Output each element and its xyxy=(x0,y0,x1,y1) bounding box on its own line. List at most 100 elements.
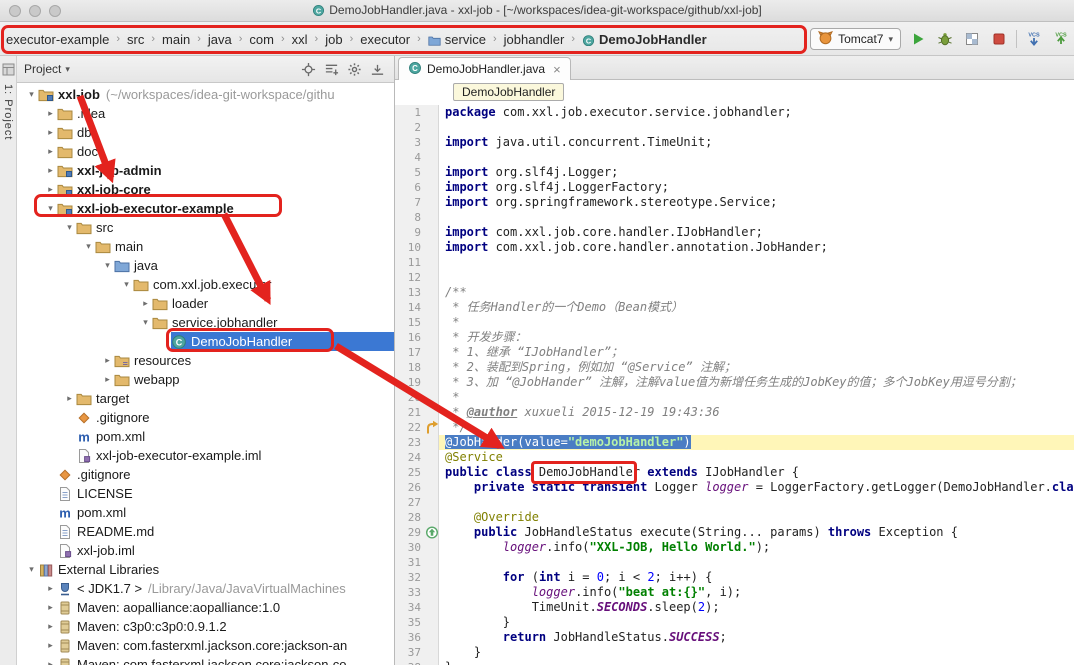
breadcrumb-item-src[interactable]: src xyxy=(123,30,148,49)
code-line-23[interactable]: 23@JobHander(value="demoJobHandler") xyxy=(395,435,1074,450)
tree-item-DemoJobHandler[interactable]: CDemoJobHandler xyxy=(17,332,394,351)
chevron-collapsed-icon[interactable]: ▸ xyxy=(44,165,57,176)
vcs-update-button[interactable]: VCS xyxy=(1024,29,1044,49)
code-line-6[interactable]: 6import org.slf4j.LoggerFactory; xyxy=(395,180,1074,195)
tree-item-service.jobhandler[interactable]: ▾service.jobhandler xyxy=(17,313,394,332)
tree-item-pom.xml[interactable]: mpom.xml xyxy=(17,503,394,522)
code-line-9[interactable]: 9import com.xxl.job.core.handler.IJobHan… xyxy=(395,225,1074,240)
code-line-31[interactable]: 31 xyxy=(395,555,1074,570)
editor-tab-demojobhandler[interactable]: C DemoJobHandler.java × xyxy=(398,57,571,80)
tree-item-doc[interactable]: ▸doc xyxy=(17,142,394,161)
stop-button[interactable] xyxy=(989,29,1009,49)
chevron-expanded-icon[interactable]: ▾ xyxy=(82,241,95,252)
tree-item-LICENSE[interactable]: LICENSE xyxy=(17,484,394,503)
code-line-11[interactable]: 11 xyxy=(395,255,1074,270)
breadcrumb-item-jobhandler[interactable]: jobhandler xyxy=(500,30,569,49)
chevron-collapsed-icon[interactable]: ▸ xyxy=(63,393,76,404)
breadcrumb-item-demojobhandler[interactable]: CDemoJobHandler xyxy=(578,30,711,49)
code-line-21[interactable]: 21 * @author xuxueli 2015-12-19 19:43:36 xyxy=(395,405,1074,420)
code-line-35[interactable]: 35 } xyxy=(395,615,1074,630)
code-line-4[interactable]: 4 xyxy=(395,150,1074,165)
tree-item-.gitignore[interactable]: .gitignore xyxy=(17,408,394,427)
code-line-18[interactable]: 18 * 2、装配到Spring，例如加 “@Service” 注解； xyxy=(395,360,1074,375)
tree-item-target[interactable]: ▸target xyxy=(17,389,394,408)
chevron-collapsed-icon[interactable]: ▸ xyxy=(101,374,114,385)
breadcrumb-item-executor[interactable]: executor xyxy=(356,30,414,49)
tool-window-tab-project[interactable]: 1: Project xyxy=(2,84,14,140)
run-button[interactable] xyxy=(908,29,928,49)
chevron-collapsed-icon[interactable]: ▸ xyxy=(44,659,57,665)
code-line-36[interactable]: 36 return JobHandleStatus.SUCCESS; xyxy=(395,630,1074,645)
close-tab-icon[interactable]: × xyxy=(553,62,561,77)
code-line-10[interactable]: 10import com.xxl.job.core.handler.annota… xyxy=(395,240,1074,255)
run-configuration-select[interactable]: Tomcat7 ▾ xyxy=(810,28,901,50)
code-line-16[interactable]: 16 * 开发步骤： xyxy=(395,330,1074,345)
chevron-collapsed-icon[interactable]: ▸ xyxy=(44,184,57,195)
chevron-expanded-icon[interactable]: ▾ xyxy=(101,260,114,271)
tree-item-src[interactable]: ▾src xyxy=(17,218,394,237)
chevron-expanded-icon[interactable]: ▾ xyxy=(120,279,133,290)
code-line-24[interactable]: 24@Service xyxy=(395,450,1074,465)
breadcrumb-item-com[interactable]: com xyxy=(245,30,278,49)
arrow-gutter-icon[interactable] xyxy=(425,420,439,435)
tree-item-README.md[interactable]: README.md xyxy=(17,522,394,541)
editor-breadcrumb-tag[interactable]: DemoJobHandler xyxy=(453,83,564,101)
chevron-expanded-icon[interactable]: ▾ xyxy=(44,203,57,214)
code-line-22[interactable]: 22 */ xyxy=(395,420,1074,435)
code-line-27[interactable]: 27 xyxy=(395,495,1074,510)
breadcrumb-item-main[interactable]: main xyxy=(158,30,194,49)
code-line-34[interactable]: 34 TimeUnit.SECONDS.sleep(2); xyxy=(395,600,1074,615)
code-line-19[interactable]: 19 * 3、加 “@JobHander” 注解，注解value值为新增任务生成… xyxy=(395,375,1074,390)
chevron-collapsed-icon[interactable]: ▸ xyxy=(44,602,57,613)
tree-item-xxl-job.iml[interactable]: xxl-job.iml xyxy=(17,541,394,560)
tree-item-java[interactable]: ▾java xyxy=(17,256,394,275)
chevron-expanded-icon[interactable]: ▾ xyxy=(139,317,152,328)
tree-item-pom.xml[interactable]: mpom.xml xyxy=(17,427,394,446)
code-line-8[interactable]: 8 xyxy=(395,210,1074,225)
project-view-select[interactable]: Project xyxy=(24,62,61,76)
chevron-collapsed-icon[interactable]: ▸ xyxy=(44,146,57,157)
debug-button[interactable] xyxy=(935,29,955,49)
tree-item-Maven-com.fasterxml.jackson.core-jackson-an[interactable]: ▸Maven: com.fasterxml.jackson.core:jacks… xyxy=(17,636,394,655)
code-line-32[interactable]: 32 for (int i = 0; i < 2; i++) { xyxy=(395,570,1074,585)
chevron-expanded-icon[interactable]: ▾ xyxy=(25,89,38,100)
collapse-all-icon[interactable] xyxy=(322,60,341,78)
code-line-14[interactable]: 14 * 任务Handler的一个Demo（Bean模式） xyxy=(395,300,1074,315)
code-line-38[interactable]: 38} xyxy=(395,660,1074,665)
breadcrumb-item-xxl[interactable]: xxl xyxy=(288,30,312,49)
tree-item-External-Libraries[interactable]: ▾External Libraries xyxy=(17,560,394,579)
breadcrumb-item-java[interactable]: java xyxy=(204,30,236,49)
code-line-25[interactable]: 25public class DemoJobHandler extends IJ… xyxy=(395,465,1074,480)
locate-icon[interactable] xyxy=(299,60,318,78)
tree-item-xxl-job-core[interactable]: ▸xxl-job-core xyxy=(17,180,394,199)
tree-item-xxl-job[interactable]: ▾xxl-job(~/workspaces/idea-git-workspace… xyxy=(17,85,394,104)
code-line-33[interactable]: 33 logger.info("beat at:{}", i); xyxy=(395,585,1074,600)
code-line-7[interactable]: 7import org.springframework.stereotype.S… xyxy=(395,195,1074,210)
breadcrumb-item-service[interactable]: service xyxy=(424,30,490,49)
tree-item--JDK1.7-[interactable]: ▸< JDK1.7 >/Library/Java/JavaVirtualMach… xyxy=(17,579,394,598)
code-line-37[interactable]: 37 } xyxy=(395,645,1074,660)
code-line-29[interactable]: 29 public JobHandleStatus execute(String… xyxy=(395,525,1074,540)
chevron-collapsed-icon[interactable]: ▸ xyxy=(44,583,57,594)
code-line-3[interactable]: 3import java.util.concurrent.TimeUnit; xyxy=(395,135,1074,150)
code-line-26[interactable]: 26 private static transient Logger logge… xyxy=(395,480,1074,495)
breadcrumb-item-executor-example[interactable]: executor-example xyxy=(2,30,113,49)
tree-item-.gitignore[interactable]: .gitignore xyxy=(17,465,394,484)
chevron-collapsed-icon[interactable]: ▸ xyxy=(101,355,114,366)
code-line-2[interactable]: 2 xyxy=(395,120,1074,135)
tree-item-xxl-job-executor-example[interactable]: ▾xxl-job-executor-example xyxy=(17,199,394,218)
code-line-20[interactable]: 20 * xyxy=(395,390,1074,405)
code-line-13[interactable]: 13/** xyxy=(395,285,1074,300)
tree-item-xxl-job-admin[interactable]: ▸xxl-job-admin xyxy=(17,161,394,180)
tree-item-loader[interactable]: ▸loader xyxy=(17,294,394,313)
coverage-button[interactable] xyxy=(962,29,982,49)
tree-item-resources[interactable]: ▸resources xyxy=(17,351,394,370)
chevron-collapsed-icon[interactable]: ▸ xyxy=(44,108,57,119)
code-line-1[interactable]: 1package com.xxl.job.executor.service.jo… xyxy=(395,105,1074,120)
override-gutter-icon[interactable] xyxy=(425,525,439,540)
tree-item-Maven-c3p0-c3p0-0.9.1.2[interactable]: ▸Maven: c3p0:c3p0:0.9.1.2 xyxy=(17,617,394,636)
breadcrumb-item-job[interactable]: job xyxy=(321,30,346,49)
chevron-expanded-icon[interactable]: ▾ xyxy=(25,564,38,575)
chevron-collapsed-icon[interactable]: ▸ xyxy=(139,298,152,309)
hide-panel-icon[interactable] xyxy=(368,60,387,78)
